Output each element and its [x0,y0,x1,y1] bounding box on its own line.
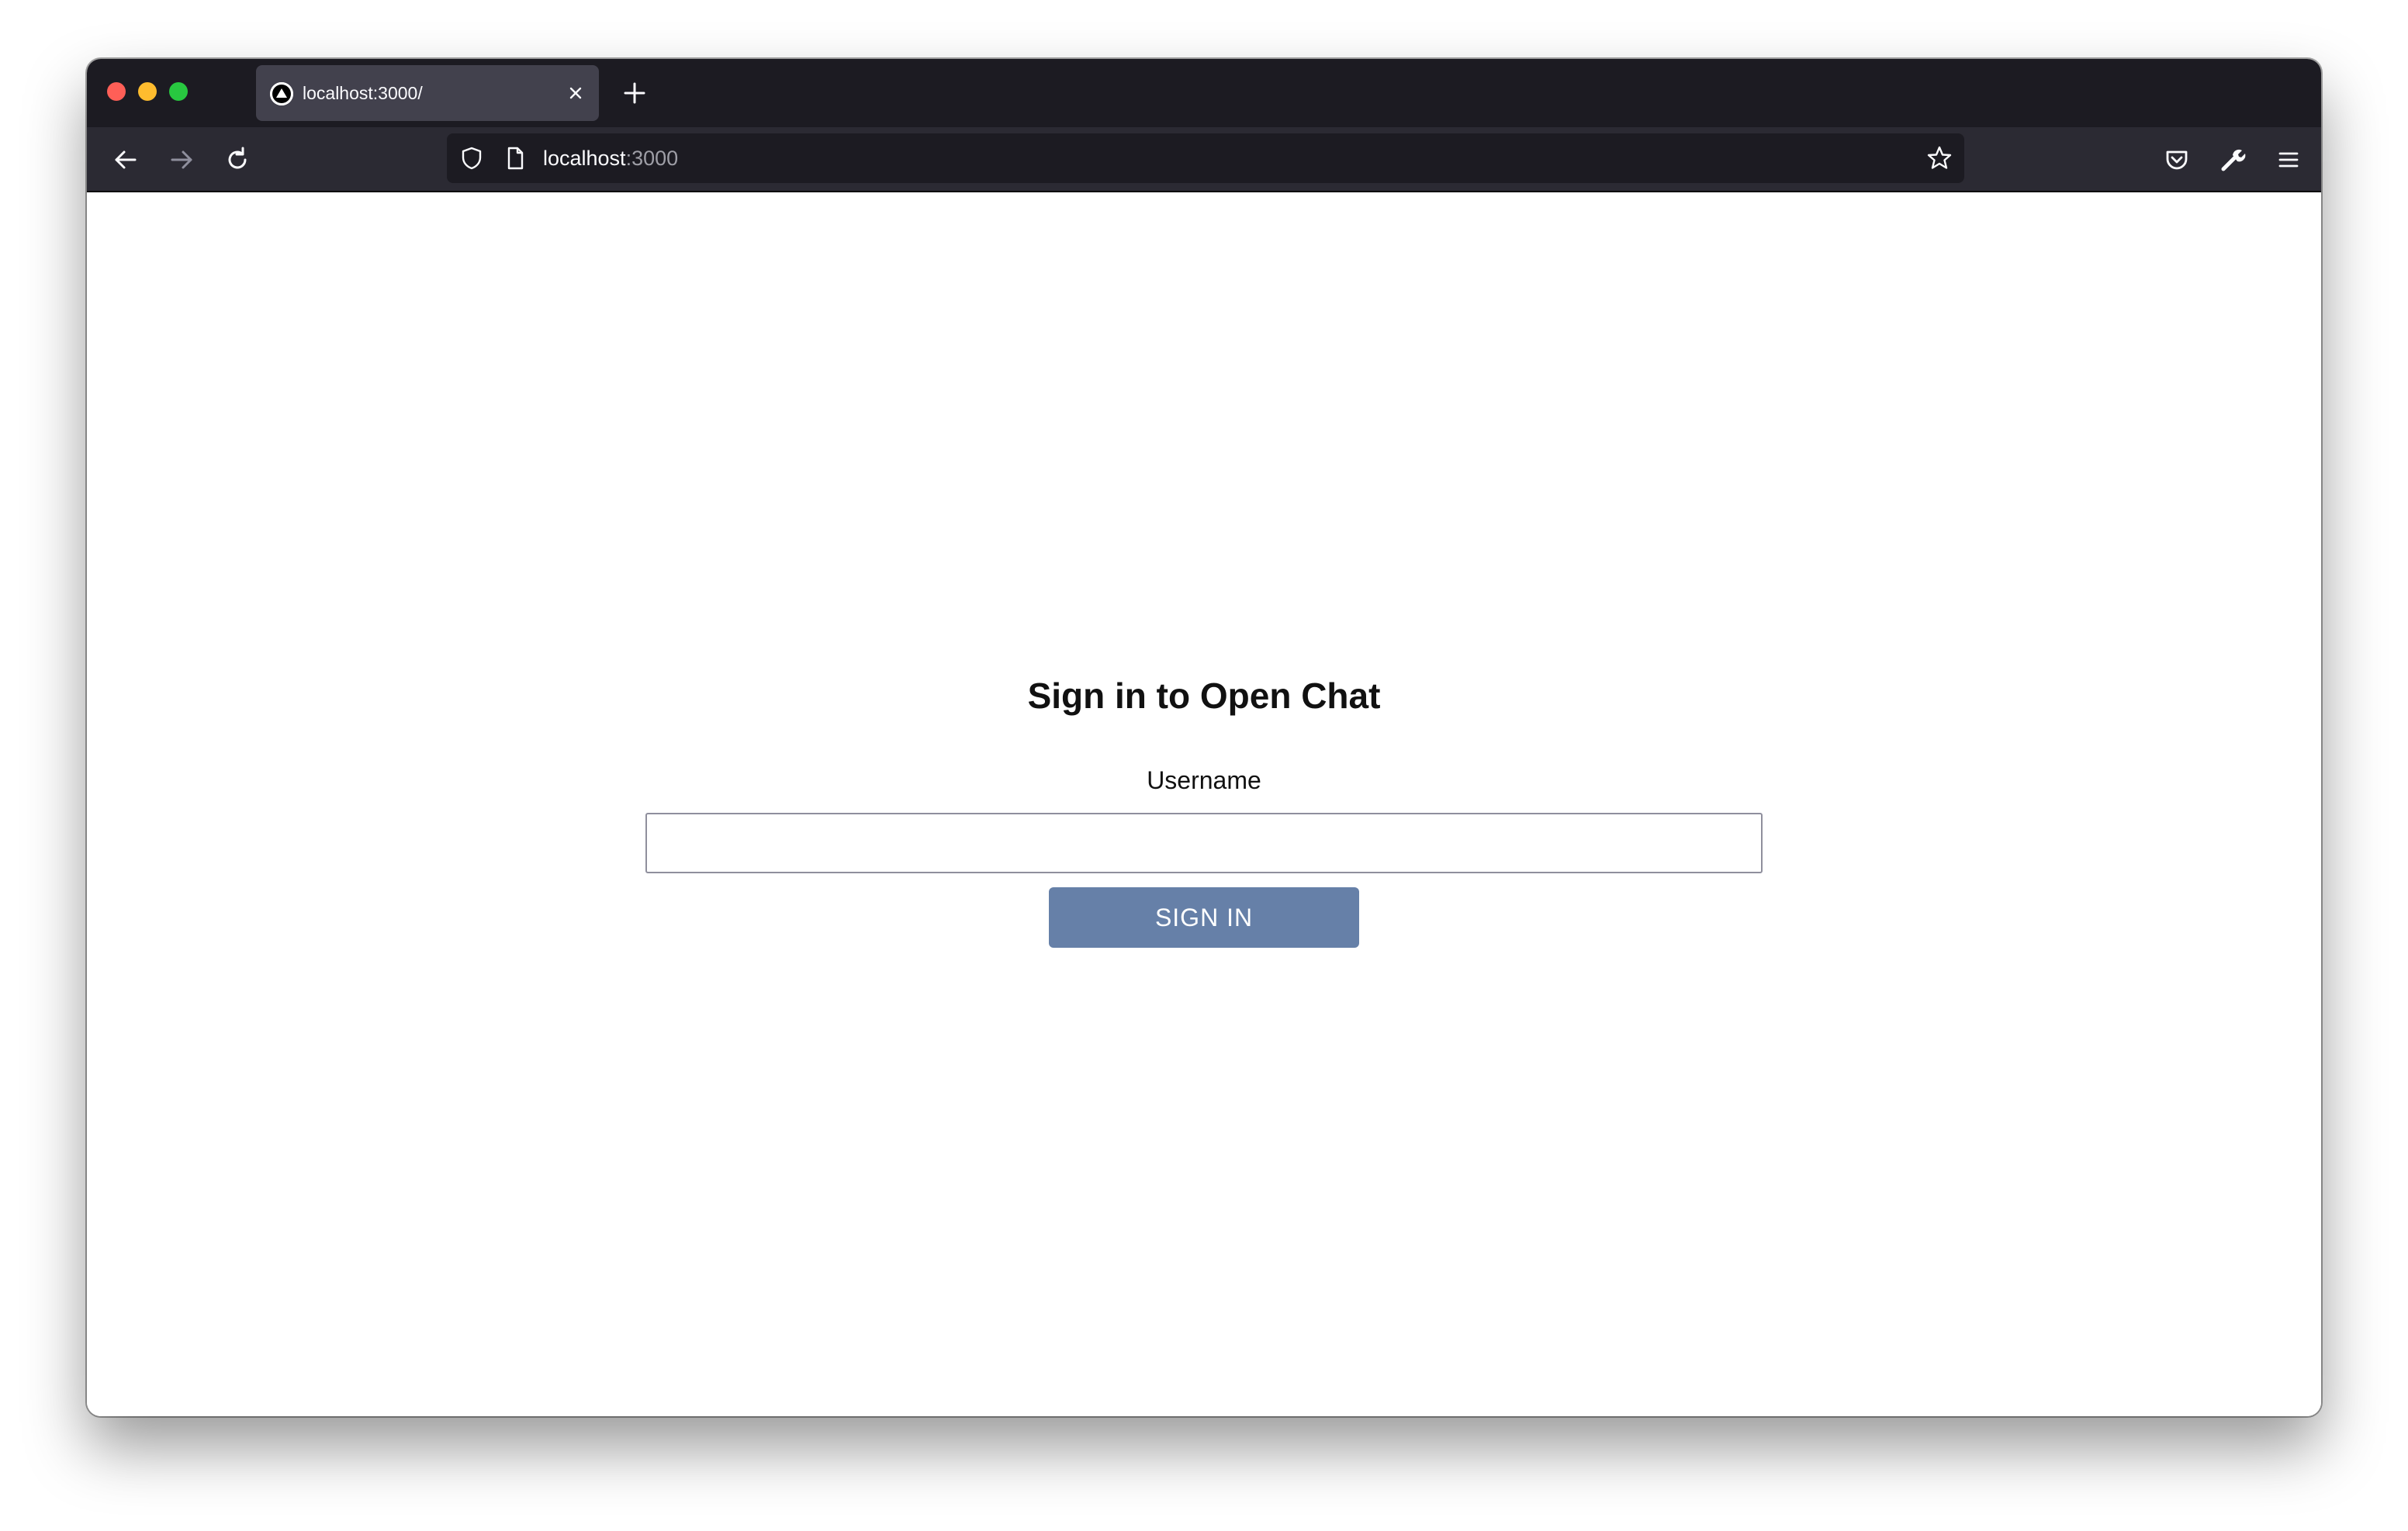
reload-button[interactable] [220,143,254,177]
pocket-button[interactable] [2160,143,2194,177]
navigation-toolbar: localhost:3000 [87,127,2321,192]
page-content: Sign in to Open Chat Username SIGN IN [87,192,2321,1416]
tab-strip: localhost:3000/ [87,59,2321,127]
arrow-left-icon [115,150,137,169]
devtools-button[interactable] [2216,143,2250,177]
username-input[interactable] [645,813,1763,873]
username-label: Username [1147,766,1261,794]
arrow-right-icon [171,150,192,169]
page-icon[interactable] [501,144,529,172]
url-host: localhost [543,147,626,170]
address-bar[interactable]: localhost:3000 [447,133,1964,183]
wrench-icon [2221,149,2246,171]
forward-button[interactable] [164,143,199,177]
pocket-icon [2166,150,2188,170]
tab-title: localhost:3000/ [303,83,423,103]
sign-in-button[interactable]: SIGN IN [1049,887,1359,948]
triangle-logo-icon [270,82,293,105]
browser-tab-active[interactable]: localhost:3000/ [256,65,599,121]
url-port: :3000 [625,147,679,170]
bookmark-star-icon[interactable] [1925,144,1953,172]
tab-close-icon[interactable] [562,79,590,107]
url-text[interactable]: localhost:3000 [543,133,678,183]
reload-icon [228,147,247,169]
app-menu-button[interactable] [2271,143,2306,177]
minimize-window-button[interactable] [138,82,157,101]
new-tab-button[interactable] [618,76,652,110]
browser-window: localhost:3000/ localhost:3000 Sign in t… [87,59,2321,1416]
page-title: Sign in to Open Chat [1027,676,1381,716]
back-button[interactable] [109,143,143,177]
shield-icon[interactable] [458,144,486,172]
maximize-window-button[interactable] [169,82,188,101]
hamburger-menu-icon [2278,152,2299,168]
close-window-button[interactable] [107,82,126,101]
